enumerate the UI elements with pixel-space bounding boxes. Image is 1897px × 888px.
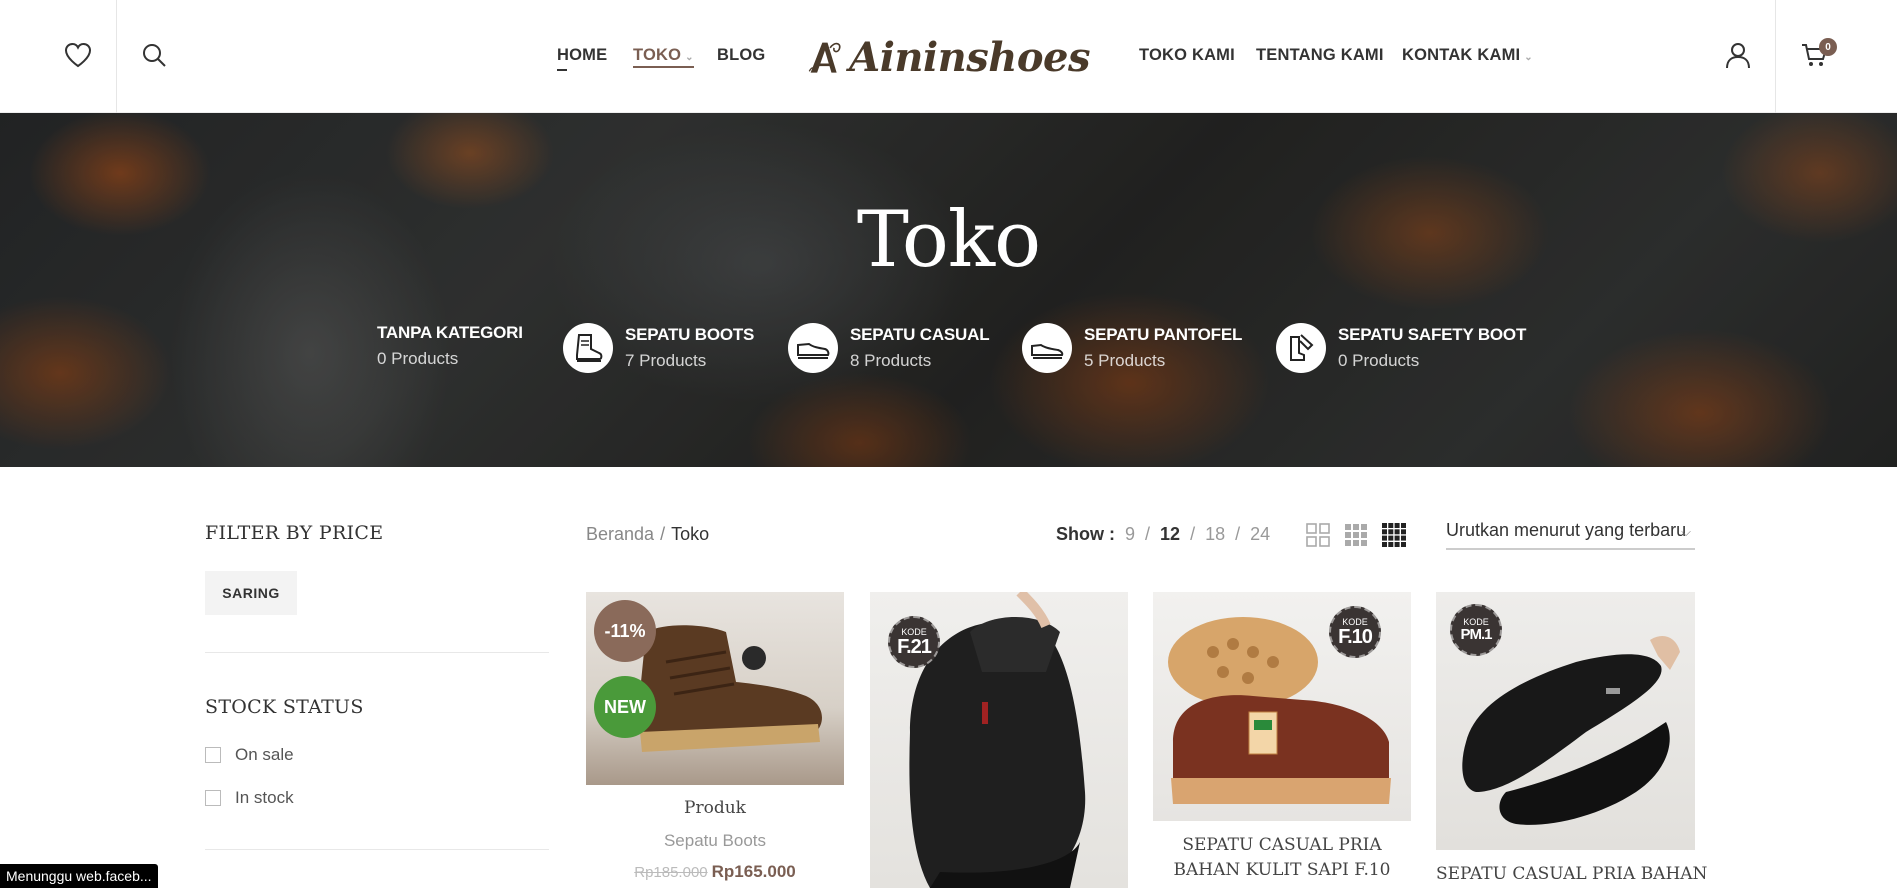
safety-boot-icon <box>1276 323 1326 373</box>
category-count: 8 Products <box>850 351 932 370</box>
chevron-down-icon: ⌵ <box>1681 524 1691 539</box>
product-title[interactable]: SEPATU CASUAL PRIA BAHAN KULIT SAPI F.10 <box>1153 833 1411 882</box>
site-header: HOME TOKO ⌄ BLOG Aininshoes TOKO KAMI TEN… <box>0 0 1897 113</box>
show-24-option[interactable]: 24 <box>1250 524 1270 545</box>
kode-code: F.10 <box>1338 625 1373 648</box>
grid-2-columns-icon[interactable] <box>1306 523 1330 547</box>
show-9-option[interactable]: 9 <box>1125 524 1135 545</box>
nav-blog[interactable]: BLOG <box>717 46 765 65</box>
show-separator: / <box>1190 524 1196 544</box>
product-new-price: Rp165.000 <box>711 862 796 881</box>
browser-status-bar: Menunggu web.faceb... <box>0 864 158 888</box>
category-count: 0 Products <box>377 349 459 368</box>
filter-by-price-title: FILTER BY PRICE <box>205 522 384 544</box>
category-name: SEPATU PANTOFEL <box>1084 325 1243 344</box>
category-sepatu-pantofel[interactable]: SEPATU PANTOFEL 5 Products <box>1022 323 1242 373</box>
show-separator: / <box>1145 524 1151 544</box>
nav-home[interactable]: HOME <box>557 46 607 71</box>
header-divider <box>116 0 117 113</box>
nav-kontak-kami-label: KONTAK KAMI <box>1402 46 1521 64</box>
stock-option-label: In stock <box>235 788 294 807</box>
products-per-page: Show : 9 / 12 / 18 / 24 <box>1056 524 1270 545</box>
product-old-price: Rp185.000 <box>634 864 708 881</box>
nav-toko-label: TOKO <box>633 46 682 64</box>
kode-badge: KODE PM.1 <box>1450 604 1502 656</box>
logo-text: Aininshoes <box>849 33 1090 81</box>
wishlist-heart-icon[interactable] <box>61 38 95 72</box>
chevron-down-icon: ⌄ <box>685 52 694 63</box>
search-icon[interactable] <box>137 38 171 72</box>
grid-3-columns-icon[interactable] <box>1344 523 1368 547</box>
nav-toko[interactable]: TOKO ⌄ <box>633 46 694 68</box>
category-sepatu-safety-boot[interactable]: SEPATU SAFETY BOOT 0 Products <box>1276 323 1526 373</box>
kode-code: PM.1 <box>1460 626 1492 643</box>
grid-4-columns-icon[interactable] <box>1382 523 1406 547</box>
product-title[interactable]: Produk <box>586 796 844 821</box>
product-image[interactable]: KODE F.21 <box>870 592 1128 888</box>
breadcrumb-current: Toko <box>671 524 710 544</box>
stock-on-sale-option[interactable]: On sale <box>205 745 294 765</box>
checkbox[interactable] <box>205 747 221 763</box>
category-name: TANPA KATEGORI <box>377 323 523 342</box>
category-count: 5 Products <box>1084 351 1166 370</box>
nav-toko-kami[interactable]: TOKO KAMI <box>1139 46 1235 65</box>
product-image[interactable]: -11% NEW <box>586 592 844 785</box>
new-badge: NEW <box>594 676 656 738</box>
chevron-down-icon: ⌄ <box>1524 52 1533 63</box>
sidebar-divider <box>205 652 549 653</box>
breadcrumb: Beranda / Toko <box>586 524 709 545</box>
logo-mark-icon <box>808 42 841 73</box>
stock-in-stock-option[interactable]: In stock <box>205 788 294 808</box>
category-count: 0 Products <box>1338 351 1420 370</box>
category-name: SEPATU SAFETY BOOT <box>1338 325 1527 344</box>
sort-orderby-select[interactable]: Urutkan menurut yang terbaru ⌵ <box>1446 520 1695 550</box>
kode-badge: KODE F.21 <box>888 616 940 668</box>
product-category[interactable]: Sepatu Boots <box>586 831 844 851</box>
category-name: SEPATU BOOTS <box>625 325 755 344</box>
pantofel-icon <box>1022 323 1072 373</box>
sidebar-divider <box>205 849 549 850</box>
product-image[interactable]: KODE F.10 <box>1153 592 1411 821</box>
show-label: Show : <box>1056 524 1115 544</box>
show-12-option[interactable]: 12 <box>1160 524 1180 545</box>
stock-status-title: STOCK STATUS <box>205 696 364 718</box>
filter-price-button[interactable]: SARING <box>205 571 297 615</box>
checkbox[interactable] <box>205 790 221 806</box>
stock-option-label: On sale <box>235 745 294 764</box>
header-divider <box>1775 0 1776 113</box>
page-title: Toko <box>856 195 1041 285</box>
site-logo[interactable]: Aininshoes <box>808 24 1090 90</box>
account-user-icon[interactable] <box>1721 38 1755 72</box>
product-title[interactable]: SEPATU CASUAL PRIA BAHAN <box>1436 862 1707 887</box>
breadcrumb-home-link[interactable]: Beranda <box>586 524 654 544</box>
category-tanpa-kategori[interactable]: TANPA KATEGORI 0 Products <box>377 323 523 369</box>
category-sepatu-boots[interactable]: SEPATU BOOTS 7 Products <box>563 323 754 373</box>
show-18-option[interactable]: 18 <box>1205 524 1225 545</box>
kode-code: F.21 <box>897 635 932 658</box>
nav-kontak-kami[interactable]: KONTAK KAMI ⌄ <box>1402 46 1533 65</box>
kode-badge: KODE F.10 <box>1329 606 1381 658</box>
nav-tentang-kami[interactable]: TENTANG KAMI <box>1256 46 1384 65</box>
boot-icon <box>563 323 613 373</box>
category-count: 7 Products <box>625 351 707 370</box>
show-separator: / <box>1235 524 1241 544</box>
category-name: SEPATU CASUAL <box>850 325 990 344</box>
breadcrumb-separator: / <box>660 524 666 544</box>
page-hero-banner: Toko TANPA KATEGORI 0 Products SEPATU BO… <box>0 113 1897 467</box>
category-sepatu-casual[interactable]: SEPATU CASUAL 8 Products <box>788 323 990 373</box>
product-image[interactable]: KODE PM.1 <box>1436 592 1695 850</box>
cart-count-badge: 0 <box>1819 38 1837 56</box>
casual-shoe-icon <box>788 323 838 373</box>
sort-selected-value: Urutkan menurut yang terbaru <box>1446 520 1687 540</box>
sale-badge: -11% <box>594 600 656 662</box>
product-price: Rp185.000 Rp165.000 <box>586 862 844 882</box>
